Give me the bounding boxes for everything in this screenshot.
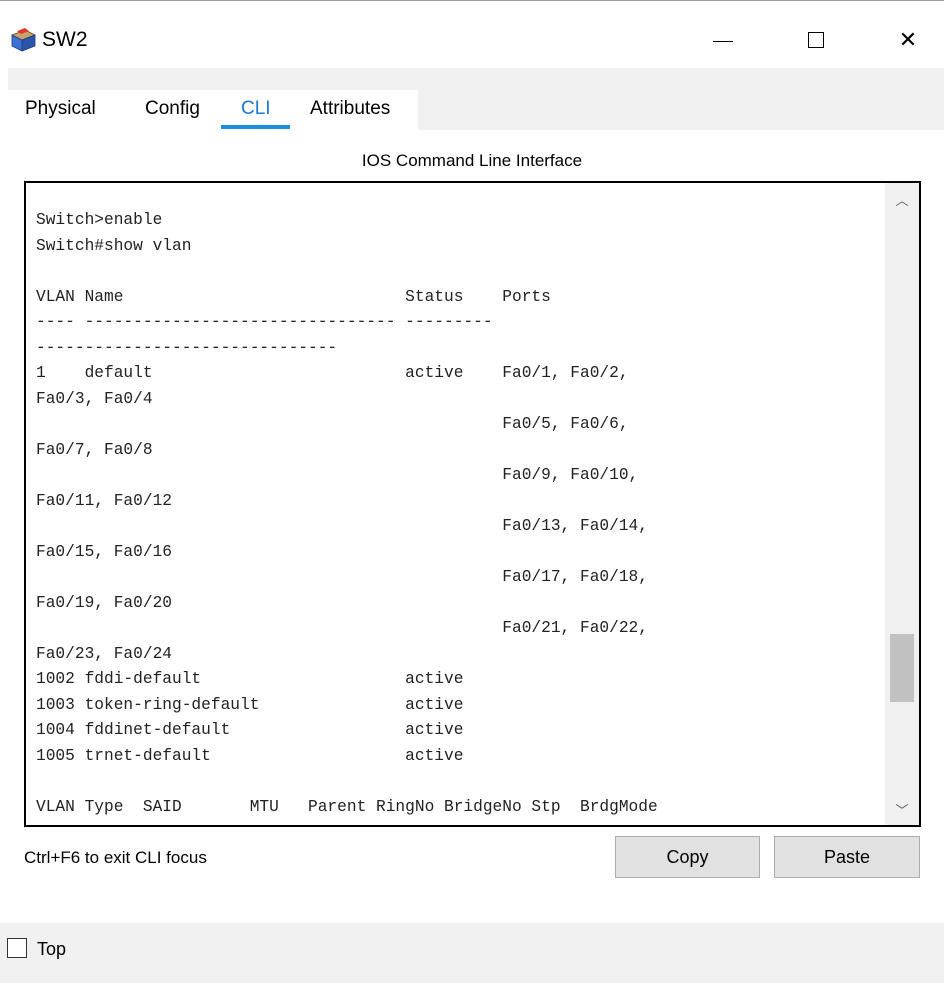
scroll-thumb[interactable] (890, 634, 914, 703)
tab-config[interactable]: Config (145, 97, 200, 121)
maximize-icon (808, 32, 824, 48)
cli-focus-hint: Ctrl+F6 to exit CLI focus (24, 848, 207, 867)
tab-attributes[interactable]: Attributes (310, 97, 390, 121)
tab-physical[interactable]: Physical (25, 97, 96, 121)
scroll-up-arrow-icon[interactable]: ︿ (885, 187, 919, 211)
maximize-button[interactable] (786, 17, 846, 63)
cli-terminal[interactable]: Switch>enable Switch#show vlan VLAN Name… (24, 181, 921, 827)
paste-button[interactable]: Paste (774, 836, 920, 878)
sw2-window: SW2 ✕ Physical Config CLI Attributes IOS… (0, 0, 944, 983)
scroll-down-arrow-icon[interactable]: ﹀ (885, 797, 919, 821)
minimize-icon (713, 40, 733, 42)
title-bar[interactable]: SW2 ✕ (0, 1, 944, 67)
top-checkbox-label[interactable]: Top (37, 938, 66, 960)
section-title: IOS Command Line Interface (361, 151, 583, 170)
active-tab-indicator (221, 125, 290, 129)
tab-cli[interactable]: CLI (241, 97, 271, 121)
cli-scrollbar[interactable]: ︿ ﹀ (885, 183, 919, 825)
window-title: SW2 (42, 28, 88, 51)
switch-device-icon (11, 28, 36, 52)
copy-button[interactable]: Copy (615, 836, 760, 878)
bottom-strip (0, 923, 944, 983)
top-checkbox[interactable] (7, 938, 27, 958)
minimize-button[interactable] (693, 17, 753, 63)
close-icon: ✕ (898, 27, 918, 53)
cli-output[interactable]: Switch>enable Switch#show vlan VLAN Name… (36, 208, 658, 820)
close-button[interactable]: ✕ (878, 17, 938, 63)
